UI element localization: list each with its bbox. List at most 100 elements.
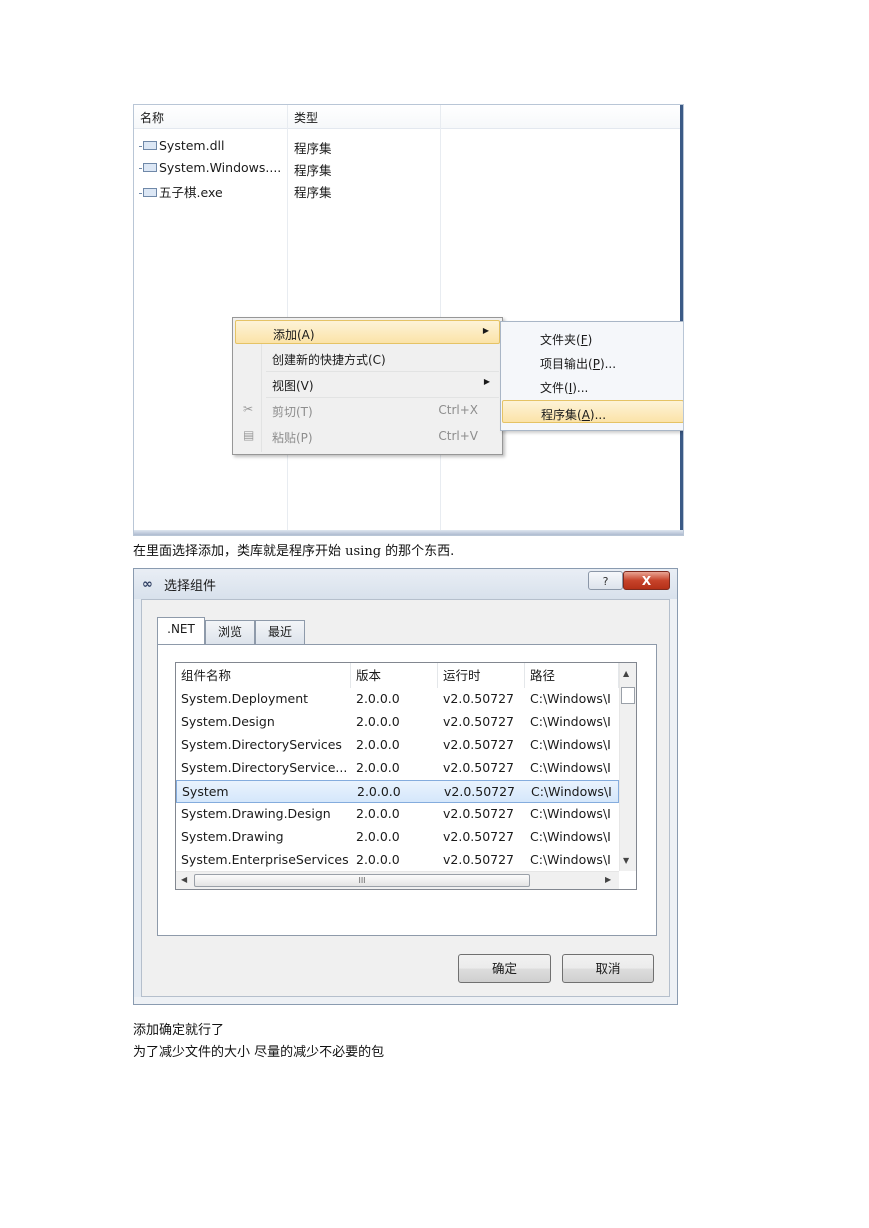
component-version: 2.0.0.0 (356, 691, 400, 706)
component-runtime: v2.0.50727 (443, 691, 515, 706)
context-menu-item[interactable]: ✂ 剪切(T) Ctrl+X (235, 398, 500, 422)
scroll-left-icon[interactable]: ◀ (181, 875, 187, 884)
component-runtime: v2.0.50727 (444, 784, 516, 799)
component-name: System.EnterpriseServices (181, 852, 349, 867)
menu-item-shortcut: Ctrl+X (438, 403, 478, 417)
component-path: C:\Windows\I (530, 737, 611, 752)
submenu-item-label: 项目输出(P)... (540, 357, 617, 371)
tab-browse[interactable]: 浏览 (205, 620, 255, 644)
menu-item-label: 创建新的快捷方式(C) (272, 353, 386, 367)
vertical-scrollbar[interactable]: ▲ ▼ (619, 663, 636, 871)
context-menu-item[interactable]: 添加(A) ▶ (235, 320, 500, 344)
cancel-button[interactable]: 取消 (562, 954, 654, 983)
ok-button[interactable]: 确定 (458, 954, 551, 983)
component-row[interactable]: System.DirectoryServices 2.0.0.0 v2.0.5072… (176, 734, 619, 757)
submenu-item[interactable]: 文件夹(F) (502, 326, 683, 349)
file-list-row[interactable]: 五子棋.exe 程序集 (134, 179, 574, 201)
submenu-item-label: 程序集(A)... (541, 408, 607, 422)
component-name: System.DirectoryServices (181, 737, 342, 752)
component-path: C:\Windows\I (530, 829, 611, 844)
component-name: System.Drawing.Design (181, 806, 331, 821)
scroll-thumb[interactable] (621, 687, 635, 704)
context-menu-item[interactable]: ▤ 粘贴(P) Ctrl+V (235, 424, 500, 448)
component-path: C:\Windows\I (530, 760, 611, 775)
file-name: System.dll (159, 138, 225, 153)
component-version: 2.0.0.0 (356, 760, 400, 775)
dialog-body: .NET 浏览 最近 组件名称 版本 运行时 路径 System.Deploym… (141, 599, 670, 997)
column-header-name[interactable]: 名称 (140, 109, 164, 126)
component-row[interactable]: System.Design 2.0.0.0 v2.0.50727 C:\Windows… (176, 711, 619, 734)
submenu-item[interactable]: 程序集(A)... (502, 400, 683, 423)
file-list-screenshot: 名称 类型 System.dll 程序集 System.Windows.... 程序集… (133, 104, 684, 536)
scroll-right-icon[interactable]: ▶ (605, 875, 611, 884)
horizontal-scrollbar[interactable]: ◀ III ▶ (176, 871, 619, 889)
component-row[interactable]: System.DirectoryService... 2.0.0.0 v2.0.50… (176, 757, 619, 780)
component-row[interactable]: System.EnterpriseServices 2.0.0.0 v2.0.507… (176, 849, 619, 872)
caption-line-3: 为了减少文件的大小 尽量的减少不必要的包 (133, 1045, 385, 1060)
context-menu: 添加(A) ▶ 创建新的快捷方式(C) 视图(V) ▶ ✂ 剪切(T) Ctrl+X ▤ 粘贴(P… (232, 317, 503, 455)
component-runtime: v2.0.50727 (443, 829, 515, 844)
file-list-row[interactable]: System.dll 程序集 (134, 135, 574, 157)
component-path: C:\Windows\I (530, 714, 611, 729)
assembly-icon (143, 141, 157, 150)
file-type: 程序集 (294, 185, 332, 200)
scissors-icon: ✂ (243, 402, 254, 416)
file-name: System.Windows.... (159, 160, 282, 175)
menu-item-label: 视图(V) (272, 379, 314, 393)
column-header-version[interactable]: 版本 (351, 663, 438, 688)
assembly-icon (143, 188, 157, 197)
component-path: C:\Windows\I (531, 784, 612, 799)
column-header-runtime[interactable]: 运行时 (438, 663, 525, 688)
choose-components-dialog: ∞ 选择组件 ? X .NET 浏览 最近 组件名称 版本 运行时 路径 Sys… (133, 568, 678, 1005)
submenu-arrow-icon: ▶ (483, 377, 490, 386)
scroll-up-icon[interactable]: ▲ (623, 669, 629, 678)
component-path: C:\Windows\I (530, 691, 611, 706)
tab-recent[interactable]: 最近 (255, 620, 305, 644)
component-list[interactable]: 组件名称 版本 运行时 路径 System.Deployment 2.0.0.0 v… (175, 662, 637, 890)
column-header-type[interactable]: 类型 (294, 109, 318, 126)
window-edge (680, 105, 683, 535)
submenu-item-label: 文件(I)... (540, 381, 589, 395)
component-path: C:\Windows\I (530, 806, 611, 821)
close-button[interactable]: X (623, 571, 670, 590)
column-header-component-name[interactable]: 组件名称 (176, 663, 351, 688)
file-list-row[interactable]: System.Windows.... 程序集 (134, 157, 574, 179)
component-name: System.Design (181, 714, 275, 729)
file-type: 程序集 (294, 141, 332, 156)
menu-item-label: 剪切(T) (272, 405, 313, 419)
component-name: System (182, 784, 229, 799)
context-menu-item[interactable]: 创建新的快捷方式(C) (235, 346, 500, 370)
component-row[interactable]: System.Drawing.Design 2.0.0.0 v2.0.50727 C:… (176, 803, 619, 826)
component-path: C:\Windows\I (530, 852, 611, 867)
submenu-item[interactable]: 文件(I)... (502, 374, 683, 397)
vs-logo-icon: ∞ (142, 577, 153, 592)
component-version: 2.0.0.0 (356, 829, 400, 844)
paste-icon: ▤ (243, 428, 255, 442)
column-header-path[interactable]: 路径 (525, 663, 619, 688)
component-row[interactable]: System 2.0.0.0 v2.0.50727 C:\Windows\I (176, 780, 619, 803)
tab-panel: 组件名称 版本 运行时 路径 System.Deployment 2.0.0.0 v… (157, 644, 657, 936)
file-list-header: 名称 类型 (134, 105, 683, 129)
dialog-title: 选择组件 (164, 579, 217, 594)
context-menu-item[interactable]: 视图(V) ▶ (235, 372, 500, 396)
component-name: System.Deployment (181, 691, 309, 706)
scroll-down-icon[interactable]: ▼ (623, 856, 629, 865)
menu-item-shortcut: Ctrl+V (438, 429, 478, 443)
caption-line-2: 添加确定就行了 (133, 1023, 225, 1038)
component-version: 2.0.0.0 (356, 806, 400, 821)
component-version: 2.0.0.0 (356, 714, 400, 729)
tab-net[interactable]: .NET (157, 617, 205, 645)
submenu-arrow-icon: ▶ (482, 326, 489, 335)
caption-line-1: 在里面选择添加，类库就是程序开始 using 的那个东西. (133, 544, 455, 559)
add-submenu: 文件夹(F) 项目输出(P)... 文件(I)... 程序集(A)... (500, 321, 683, 431)
component-runtime: v2.0.50727 (443, 714, 515, 729)
menu-item-label: 粘贴(P) (272, 431, 313, 445)
hscroll-thumb[interactable]: III (194, 874, 530, 887)
submenu-item-label: 文件夹(F) (540, 333, 593, 347)
component-row[interactable]: System.Deployment 2.0.0.0 v2.0.50727 C:\Win… (176, 688, 619, 711)
component-version: 2.0.0.0 (356, 737, 400, 752)
help-button[interactable]: ? (588, 571, 623, 590)
submenu-item[interactable]: 项目输出(P)... (502, 350, 683, 373)
dialog-titlebar[interactable]: ∞ 选择组件 ? X (134, 569, 677, 599)
component-row[interactable]: System.Drawing 2.0.0.0 v2.0.50727 C:\Window… (176, 826, 619, 849)
